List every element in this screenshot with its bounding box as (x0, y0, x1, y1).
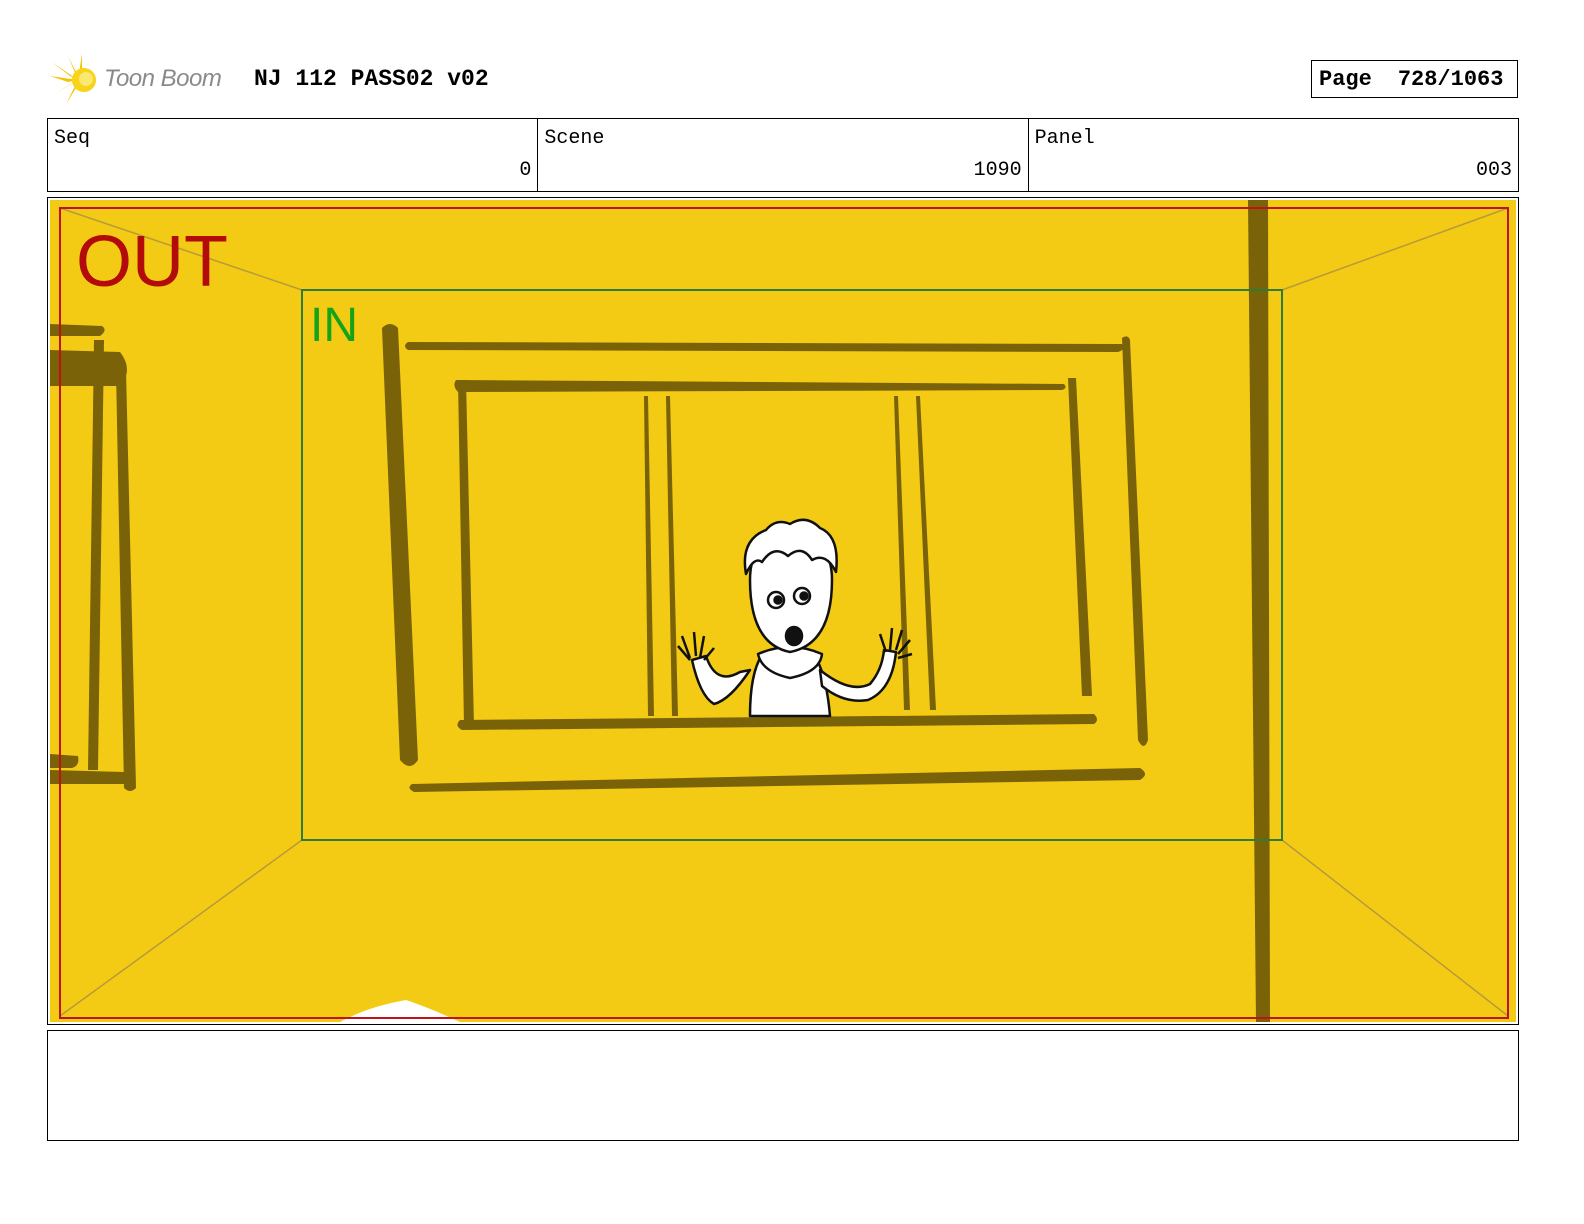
project-title: NJ 112 PASS02 v02 (254, 66, 489, 92)
storyboard-panel: OUT IN (47, 197, 1519, 1025)
scene-label: Scene (544, 127, 605, 150)
out-frame-label: OUT (76, 222, 228, 302)
in-frame-label: IN (310, 299, 358, 352)
starburst-icon (50, 54, 96, 104)
seq-value: 0 (519, 159, 532, 182)
logo-wordmark: Toon Boom (104, 65, 222, 92)
seq-cell: Seq 0 (48, 119, 539, 191)
panel-value: 003 (1475, 159, 1512, 182)
panel-artwork (50, 200, 1516, 1022)
scene-cell: Scene 1090 (538, 119, 1029, 191)
panel-info-row: Seq 0 Scene 1090 Panel 003 (47, 118, 1519, 192)
page-label: Page (1319, 66, 1372, 92)
panel-cell: Panel 003 (1029, 119, 1518, 191)
page-value: 728/1063 (1397, 66, 1504, 92)
panel-label: Panel (1034, 127, 1095, 150)
page-counter: Page 728/1063 (1311, 60, 1518, 98)
seq-label: Seq (54, 127, 91, 150)
toon-boom-logo: Toon Boom (48, 52, 238, 108)
panel-notes-box (47, 1030, 1519, 1141)
scene-value: 1090 (973, 159, 1022, 182)
